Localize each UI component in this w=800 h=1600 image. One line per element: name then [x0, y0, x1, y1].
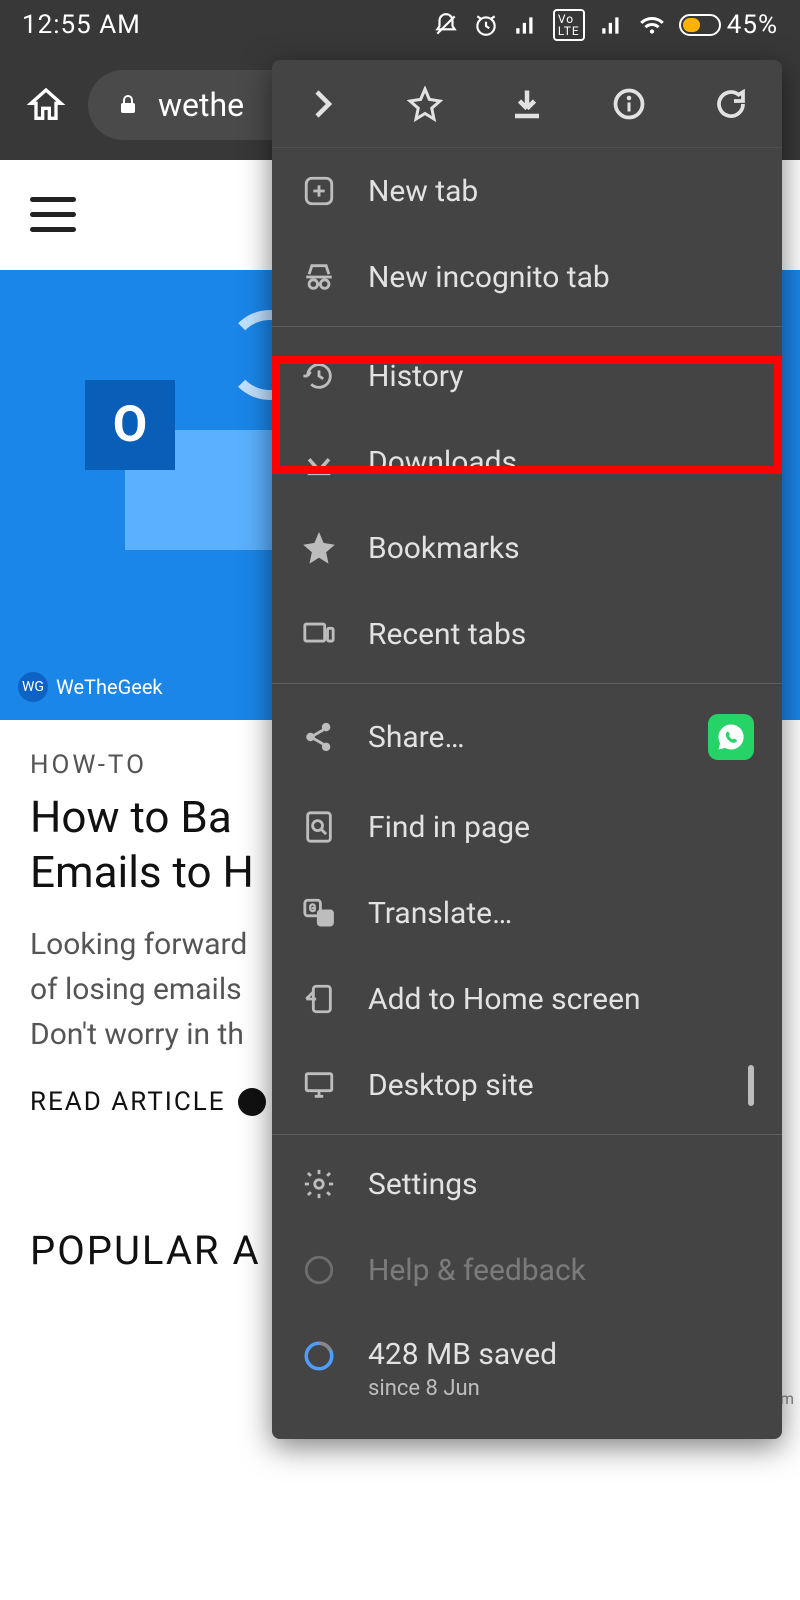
- menu-label: New incognito tab: [368, 260, 610, 295]
- alarm-icon: [473, 12, 499, 38]
- menu-history[interactable]: History: [272, 326, 782, 419]
- menu-downloads[interactable]: Downloads: [272, 419, 782, 505]
- menu-label: Find in page: [368, 810, 530, 845]
- menu-label: Share…: [368, 720, 465, 755]
- menu-action-row: [272, 60, 782, 148]
- help-icon: [300, 1251, 338, 1289]
- menu-label: History: [368, 359, 463, 394]
- svg-text:G: G: [309, 904, 316, 915]
- menu-help-feedback[interactable]: Help & feedback: [272, 1227, 782, 1313]
- incognito-icon: [300, 258, 338, 296]
- translate-icon: G: [300, 894, 338, 932]
- menu-bookmarks[interactable]: Bookmarks: [272, 505, 782, 591]
- brand-watermark: WG WeTheGeek: [18, 672, 163, 702]
- desktop-checkbox[interactable]: [748, 1065, 754, 1106]
- menu-label: 428 MB saved since 8 Jun: [368, 1337, 557, 1401]
- wifi-icon: [639, 12, 665, 38]
- menu-share[interactable]: Share…: [272, 683, 782, 784]
- new-tab-icon: [300, 172, 338, 210]
- data-saver-icon: [300, 1337, 338, 1375]
- menu-incognito[interactable]: New incognito tab: [272, 234, 782, 320]
- browser-menu: New tab New incognito tab History Downlo…: [272, 60, 782, 1439]
- share-icon: [300, 718, 338, 756]
- find-icon: [300, 808, 338, 846]
- add-home-icon: [300, 980, 338, 1018]
- status-right: VoLTE 45%: [433, 9, 778, 41]
- download-button[interactable]: [507, 84, 547, 124]
- menu-label: Desktop site: [368, 1068, 534, 1103]
- menu-add-to-home[interactable]: Add to Home screen: [272, 956, 782, 1042]
- status-time: 12:55 AM: [22, 10, 141, 40]
- menu-recent-tabs[interactable]: Recent tabs: [272, 591, 782, 677]
- hamburger-icon[interactable]: [30, 197, 76, 233]
- page-info-button[interactable]: [609, 84, 649, 124]
- star-icon: [300, 529, 338, 567]
- menu-label: Bookmarks: [368, 531, 520, 566]
- mute-icon: [433, 12, 459, 38]
- outlook-illustration: O: [85, 340, 285, 540]
- menu-label: Settings: [368, 1167, 478, 1202]
- menu-label: Add to Home screen: [368, 982, 641, 1017]
- downloads-icon: [300, 443, 338, 481]
- forward-button[interactable]: [303, 84, 343, 124]
- menu-label: Help & feedback: [368, 1253, 586, 1288]
- bookmark-button[interactable]: [405, 84, 445, 124]
- signal2-icon: [599, 12, 625, 38]
- menu-label: Downloads: [368, 445, 517, 480]
- menu-desktop-site[interactable]: Desktop site: [272, 1042, 782, 1128]
- refresh-button[interactable]: [711, 84, 751, 124]
- battery-icon: 45%: [679, 10, 778, 40]
- menu-new-tab[interactable]: New tab: [272, 148, 782, 234]
- home-icon[interactable]: [26, 85, 66, 125]
- arrow-right-icon: [238, 1088, 266, 1116]
- desktop-icon: [300, 1066, 338, 1104]
- recent-tabs-icon: [300, 615, 338, 653]
- status-bar: 12:55 AM VoLTE 45%: [0, 0, 800, 50]
- menu-settings[interactable]: Settings: [272, 1134, 782, 1227]
- menu-find-in-page[interactable]: Find in page: [272, 784, 782, 870]
- menu-label: New tab: [368, 174, 478, 209]
- volte-icon: VoLTE: [553, 9, 585, 41]
- menu-label: Recent tabs: [368, 617, 526, 652]
- menu-data-saved[interactable]: 428 MB saved since 8 Jun: [272, 1313, 782, 1425]
- url-text: wethe: [158, 86, 244, 124]
- whatsapp-icon: [708, 714, 754, 760]
- signal-icon: [513, 12, 539, 38]
- menu-translate[interactable]: G Translate…: [272, 870, 782, 956]
- gear-icon: [300, 1165, 338, 1203]
- history-icon: [300, 357, 338, 395]
- menu-label: Translate…: [368, 896, 512, 931]
- lock-icon: [116, 93, 140, 117]
